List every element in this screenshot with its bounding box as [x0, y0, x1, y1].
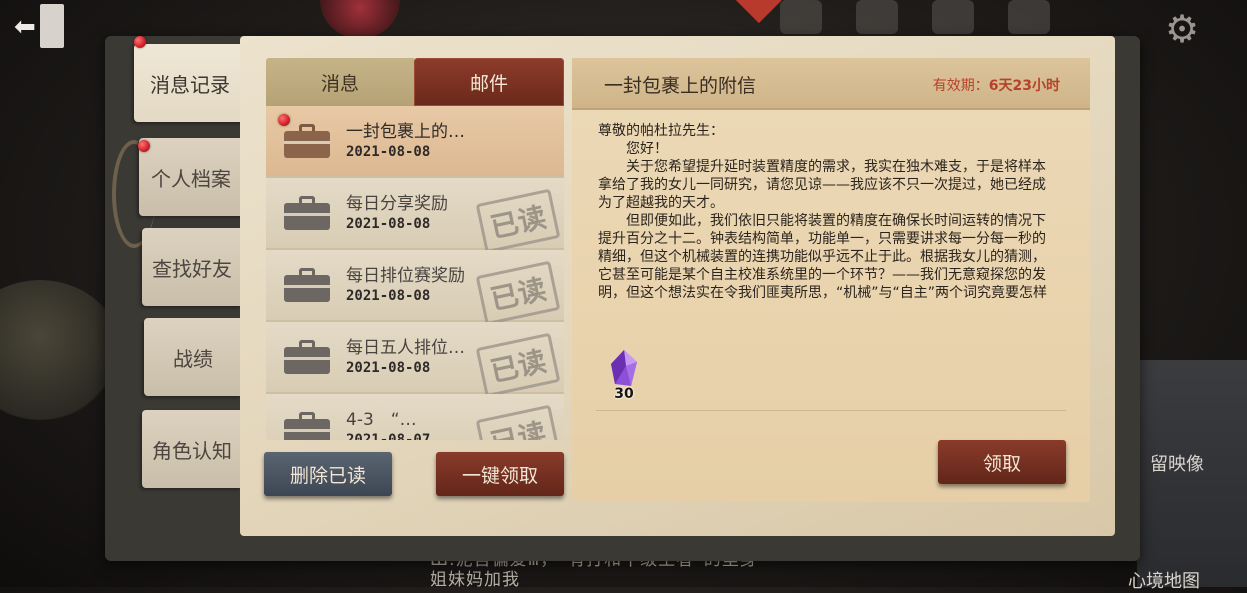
attachment-item[interactable]: 30 [606, 348, 642, 402]
side-tab-label: 角色认知 [152, 438, 232, 463]
mail-item-title: 一封包裹上的… [346, 122, 465, 142]
read-stamp: 已读 [475, 188, 561, 254]
background-label-memory[interactable]: 留映像 [1150, 450, 1204, 476]
side-tab-record[interactable]: 战绩 [144, 318, 242, 396]
background-label-mind-map[interactable]: 心境地图 [1128, 567, 1200, 593]
validity-label: 有效期：6天23小时 [933, 75, 1060, 95]
letter-divider [596, 410, 1066, 411]
mail-list-item[interactable]: 每日五人排位… 2021-08-08 已读 [266, 322, 564, 398]
mail-list-item[interactable]: 一封包裹上的… 2021-08-08 [266, 106, 564, 178]
package-icon [284, 412, 330, 440]
mail-list[interactable]: 一封包裹上的… 2021-08-08 每日分享奖励 2021-08-08 已读 … [266, 106, 564, 440]
side-tab-label: 查找好友 [152, 256, 232, 281]
side-tab-message-log[interactable]: 消息记录 [134, 44, 246, 122]
side-tab-find-friends[interactable]: 查找好友 [142, 228, 242, 306]
mail-item-date: 2021-08-07 [346, 432, 431, 440]
settings-gear-icon[interactable]: ⚙ [1159, 6, 1205, 52]
side-tab-label: 消息记录 [150, 72, 230, 97]
top-bar-icon[interactable] [780, 0, 822, 34]
claim-all-button[interactable]: 一键领取 [436, 452, 564, 496]
mail-list-panel: 消息 邮件 一封包裹上的… 2021-08-08 每日分享奖励 2021-08-… [266, 58, 564, 440]
back-button[interactable]: ⬅ [14, 4, 78, 48]
background-ornament [320, 0, 400, 38]
letter-paragraph: 关于您希望提升延时装置精度的需求，我实在独木难支，于是将样本拿给了我的女儿一同研… [598, 159, 1046, 211]
validity-prefix: 有效期： [932, 78, 989, 94]
back-arrow-icon: ⬅ [14, 12, 36, 42]
top-bar-icon[interactable] [932, 0, 974, 34]
mail-item-date: 2021-08-08 [346, 288, 431, 304]
tab-messages[interactable]: 消息 [266, 58, 414, 106]
mail-item-date: 2021-08-08 [346, 144, 431, 160]
read-stamp: 已读 [475, 260, 561, 326]
unread-badge [134, 36, 146, 48]
letter-panel: 一封包裹上的附信 有效期：6天23小时 尊敬的帕杜拉先生： 您好！ 关于您希望提… [572, 58, 1090, 502]
background-hat [0, 280, 120, 420]
background-stamp [713, 0, 782, 24]
mail-item-title: 每日排位赛奖励 [346, 266, 465, 286]
background-text-line: 姐妹妈加我 [430, 570, 520, 590]
package-icon [284, 196, 330, 230]
unread-badge [278, 114, 290, 126]
attachment-quantity: 30 [614, 386, 634, 402]
tab-mail[interactable]: 邮件 [414, 58, 564, 106]
side-tab-label: 战绩 [173, 346, 213, 371]
package-icon [284, 268, 330, 302]
letter-paragraph: 您好！ [626, 141, 668, 157]
purple-crystal-icon [611, 350, 637, 386]
letter-greeting: 尊敬的帕杜拉先生： [598, 123, 724, 139]
package-icon [284, 124, 330, 158]
letter-header: 一封包裹上的附信 有效期：6天23小时 [572, 58, 1090, 110]
mail-item-date: 2021-08-08 [346, 216, 431, 232]
package-icon [284, 340, 330, 374]
read-stamp: 已读 [475, 332, 561, 398]
door-icon [40, 4, 64, 48]
mail-list-item[interactable]: 4-3 “… 2021-08-07 已读 [266, 394, 564, 440]
read-stamp: 已读 [475, 404, 561, 440]
mail-item-date: 2021-08-08 [346, 360, 431, 376]
top-bar-icon[interactable] [1008, 0, 1050, 34]
letter-body[interactable]: 尊敬的帕杜拉先生： 您好！ 关于您希望提升延时装置精度的需求，我实在独木难支，于… [598, 122, 1054, 332]
unread-badge [138, 140, 150, 152]
top-bar-icons [780, 0, 1050, 34]
delete-read-button[interactable]: 删除已读 [264, 452, 392, 496]
letter-title: 一封包裹上的附信 [604, 75, 757, 97]
side-tab-profile[interactable]: 个人档案 [139, 138, 243, 216]
side-tab-character-cognition[interactable]: 角色认知 [142, 410, 242, 488]
letter-paragraph: 但即便如此，我们依旧只能将装置的精度在确保长时间运转的情况下提升百分之十二。钟表… [598, 213, 1048, 301]
validity-value: 6天23小时 [988, 78, 1060, 94]
mail-item-title: 每日五人排位… [346, 338, 465, 358]
mail-list-item[interactable]: 每日排位赛奖励 2021-08-08 已读 [266, 250, 564, 326]
top-bar-icon[interactable] [856, 0, 898, 34]
mail-item-title: 4-3 “… [346, 410, 417, 430]
claim-button[interactable]: 领取 [938, 440, 1066, 484]
mail-item-title: 每日分享奖励 [346, 194, 448, 214]
mail-list-item[interactable]: 每日分享奖励 2021-08-08 已读 [266, 178, 564, 254]
side-tab-label: 个人档案 [151, 166, 231, 191]
